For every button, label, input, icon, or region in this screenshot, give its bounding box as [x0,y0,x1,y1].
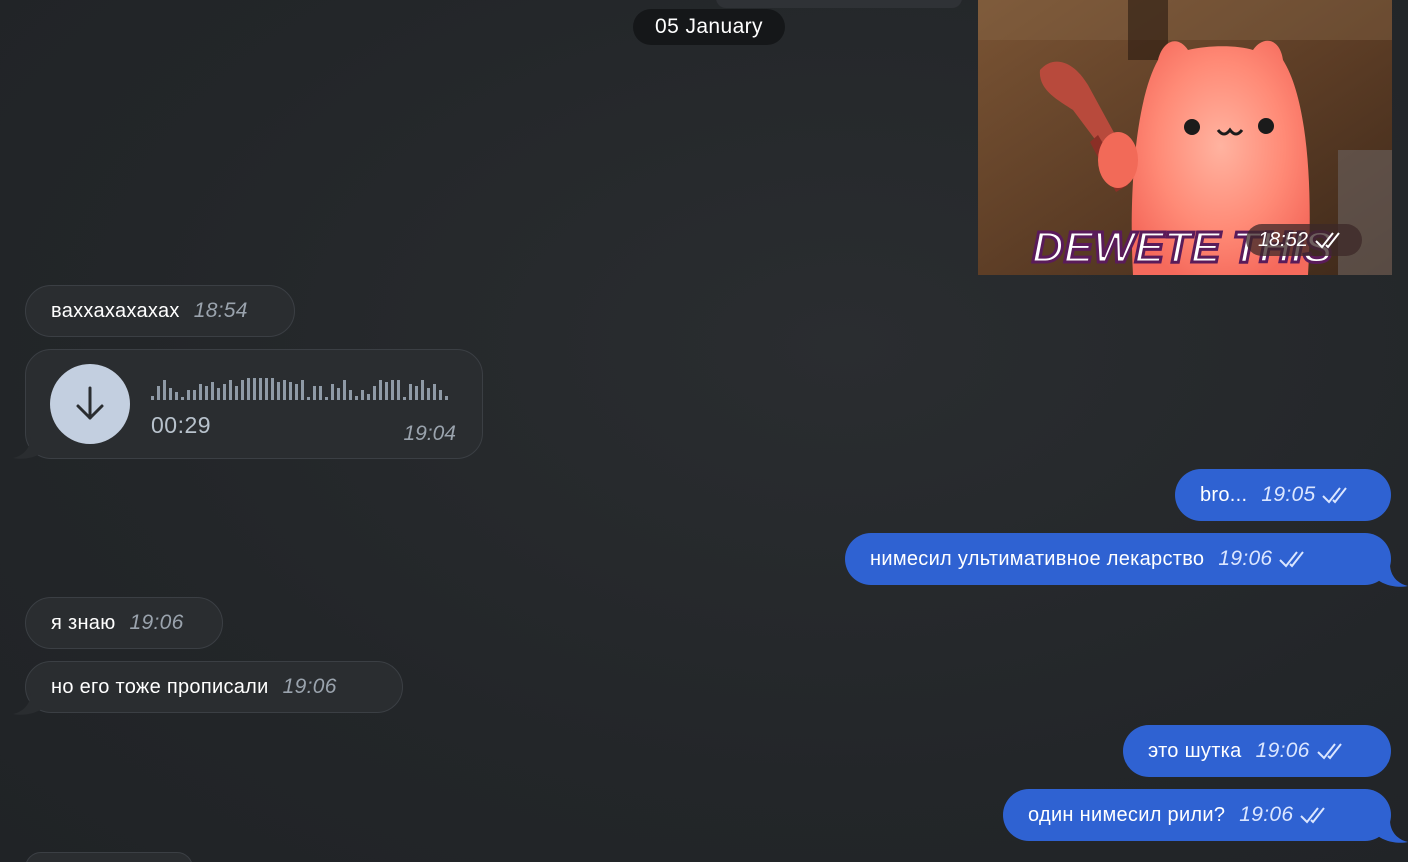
waveform-bar [385,382,388,400]
next-message-stub [25,852,193,862]
waveform-bar [367,394,370,400]
waveform-bar [199,384,202,400]
waveform-bar [295,384,298,400]
message-text: но его тоже прописали [51,675,269,698]
waveform-bar [427,388,430,400]
message-text: это шутка [1148,739,1242,762]
outgoing-message[interactable]: это шутка 19:06 [1123,725,1391,777]
waveform-bar [211,382,214,400]
waveform-bar [259,378,262,400]
waveform-bar [307,397,310,400]
media-timestamp: 18:52 [1245,224,1362,256]
message-text: нимесил ультимативное лекарство [870,547,1205,570]
waveform-bar [433,384,436,400]
chat-history[interactable]: 05 January DEWETE THIS 18:52 ваххахахаха… [0,0,1408,862]
waveform-bar [217,388,220,400]
message-text: один нимесил рили? [1028,803,1226,826]
incoming-message[interactable]: но его тоже прописали 19:06 [25,661,403,713]
waveform-bar [373,386,376,400]
download-button[interactable] [50,364,130,444]
waveform-bar [337,388,340,400]
waveform-bar [445,396,448,400]
waveform-bar [319,386,322,400]
download-arrow-icon [76,386,104,420]
waveform-bar [313,386,316,400]
incoming-message[interactable]: я знаю 19:06 [25,597,223,649]
waveform-bar [331,384,334,400]
waveform-bar [421,380,424,400]
message-time: 19:06 [1239,803,1294,826]
bubble-tail [13,436,43,459]
double-check-icon [1300,807,1326,824]
message-time: 19:06 [1218,547,1273,570]
voice-message[interactable]: 00:29 19:04 [25,349,483,459]
waveform-bar [301,380,304,400]
waveform-bar [403,397,406,400]
waveform-bar [265,378,268,400]
voice-duration: 00:29 [151,412,212,438]
waveform-bar [283,380,286,400]
bubble-tail [1378,820,1408,843]
waveform-bar [349,390,352,400]
waveform-bar [247,378,250,400]
outgoing-message[interactable]: один нимесил рили? 19:06 [1003,789,1391,841]
waveform-bar [151,396,154,400]
message-time: 19:06 [1255,739,1310,762]
waveform-bar [205,386,208,400]
message-text: я знаю [51,611,116,634]
waveform-bar [289,382,292,400]
waveform-bar [271,378,274,400]
waveform-bar [187,390,190,400]
waveform-bar [415,386,418,400]
waveform-bar [223,384,226,400]
double-check-icon [1279,551,1305,568]
waveform-bar [175,392,178,400]
message-time: 18:54 [193,299,248,322]
voice-waveform[interactable] [151,374,451,402]
message-time: 19:06 [129,611,184,634]
waveform-bar [157,386,160,400]
waveform-bar [391,380,394,400]
waveform-bar [229,380,232,400]
message-text: ваххахахахах [51,299,180,322]
waveform-bar [277,382,280,400]
waveform-bar [193,390,196,400]
previous-message-stub [716,0,962,8]
waveform-bar [163,380,166,400]
waveform-bar [325,397,328,400]
bubble-tail [1378,564,1408,587]
bubble-tail [13,692,43,715]
waveform-bar [343,380,346,400]
waveform-bar [181,397,184,400]
message-text: bro... [1200,483,1248,506]
waveform-bar [241,380,244,400]
outgoing-message[interactable]: bro... 19:05 [1175,469,1391,521]
date-separator: 05 January [633,9,785,45]
waveform-bar [361,390,364,400]
message-time: 19:05 [1261,483,1316,506]
double-check-icon [1322,487,1348,504]
double-check-icon [1316,743,1342,760]
sticker-media[interactable]: DEWETE THIS 18:52 [978,0,1392,275]
waveform-bar [439,390,442,400]
outgoing-message[interactable]: нимесил ультимативное лекарство 19:06 [845,533,1391,585]
message-time: 19:04 [403,422,456,445]
waveform-bar [397,380,400,400]
waveform-bar [355,396,358,400]
waveform-bar [379,380,382,400]
waveform-bar [253,378,256,400]
double-check-icon [1315,232,1340,249]
message-time: 19:06 [282,675,337,698]
waveform-bar [235,386,238,400]
waveform-bar [409,384,412,400]
waveform-bar [169,388,172,400]
incoming-message[interactable]: ваххахахахах 18:54 [25,285,295,337]
